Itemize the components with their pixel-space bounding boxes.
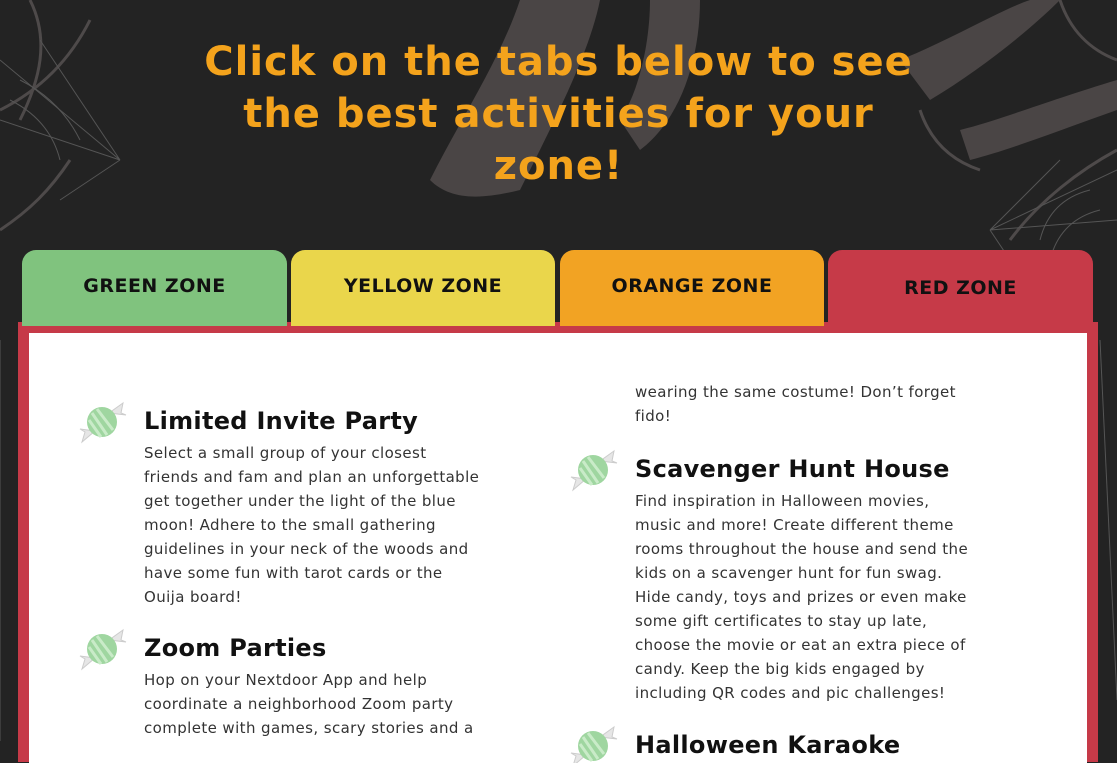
zone-content: Limited Invite Party Select a small grou…	[29, 333, 1087, 763]
continued-text: wearing the same costume! Don’t forget f…	[635, 383, 956, 425]
activity-limited-invite-party: Limited Invite Party Select a small grou…	[144, 407, 484, 609]
activity-title: Zoom Parties	[144, 634, 327, 662]
tab-label: ORANGE ZONE	[611, 275, 773, 297]
activity-halloween-karaoke: Halloween Karaoke	[635, 731, 975, 759]
zone-content-panel: Limited Invite Party Select a small grou…	[18, 322, 1098, 763]
page-headline: Click on the tabs below to see the best …	[204, 39, 913, 189]
activity-description: Select a small group of your closest fri…	[144, 444, 480, 606]
tab-orange-zone[interactable]: ORANGE ZONE	[560, 250, 824, 326]
activity-title: Limited Invite Party	[144, 407, 419, 435]
activity-zoom-parties: Zoom Parties Hop on your Nextdoor App an…	[144, 634, 484, 740]
candy-icon	[570, 725, 618, 763]
tab-green-zone[interactable]: GREEN ZONE	[22, 250, 287, 326]
tab-label: RED ZONE	[904, 277, 1017, 299]
tab-yellow-zone[interactable]: YELLOW ZONE	[291, 250, 555, 326]
zone-tabs: GREEN ZONE YELLOW ZONE ORANGE ZONE RED Z…	[22, 250, 1093, 330]
activity-title: Halloween Karaoke	[635, 731, 901, 759]
tab-label: GREEN ZONE	[83, 275, 226, 297]
candy-icon	[79, 628, 127, 671]
activity-description: Hop on your Nextdoor App and help coordi…	[144, 671, 474, 737]
tab-red-zone[interactable]: RED ZONE	[828, 250, 1093, 330]
activity-description: Find inspiration in Halloween movies, mu…	[635, 492, 969, 702]
tab-label: YELLOW ZONE	[343, 275, 503, 297]
candy-icon	[79, 401, 127, 444]
candy-icon	[570, 449, 618, 492]
activity-scavenger-hunt-house: Scavenger Hunt House Find inspiration in…	[635, 455, 975, 705]
activity-title: Scavenger Hunt House	[635, 455, 950, 483]
